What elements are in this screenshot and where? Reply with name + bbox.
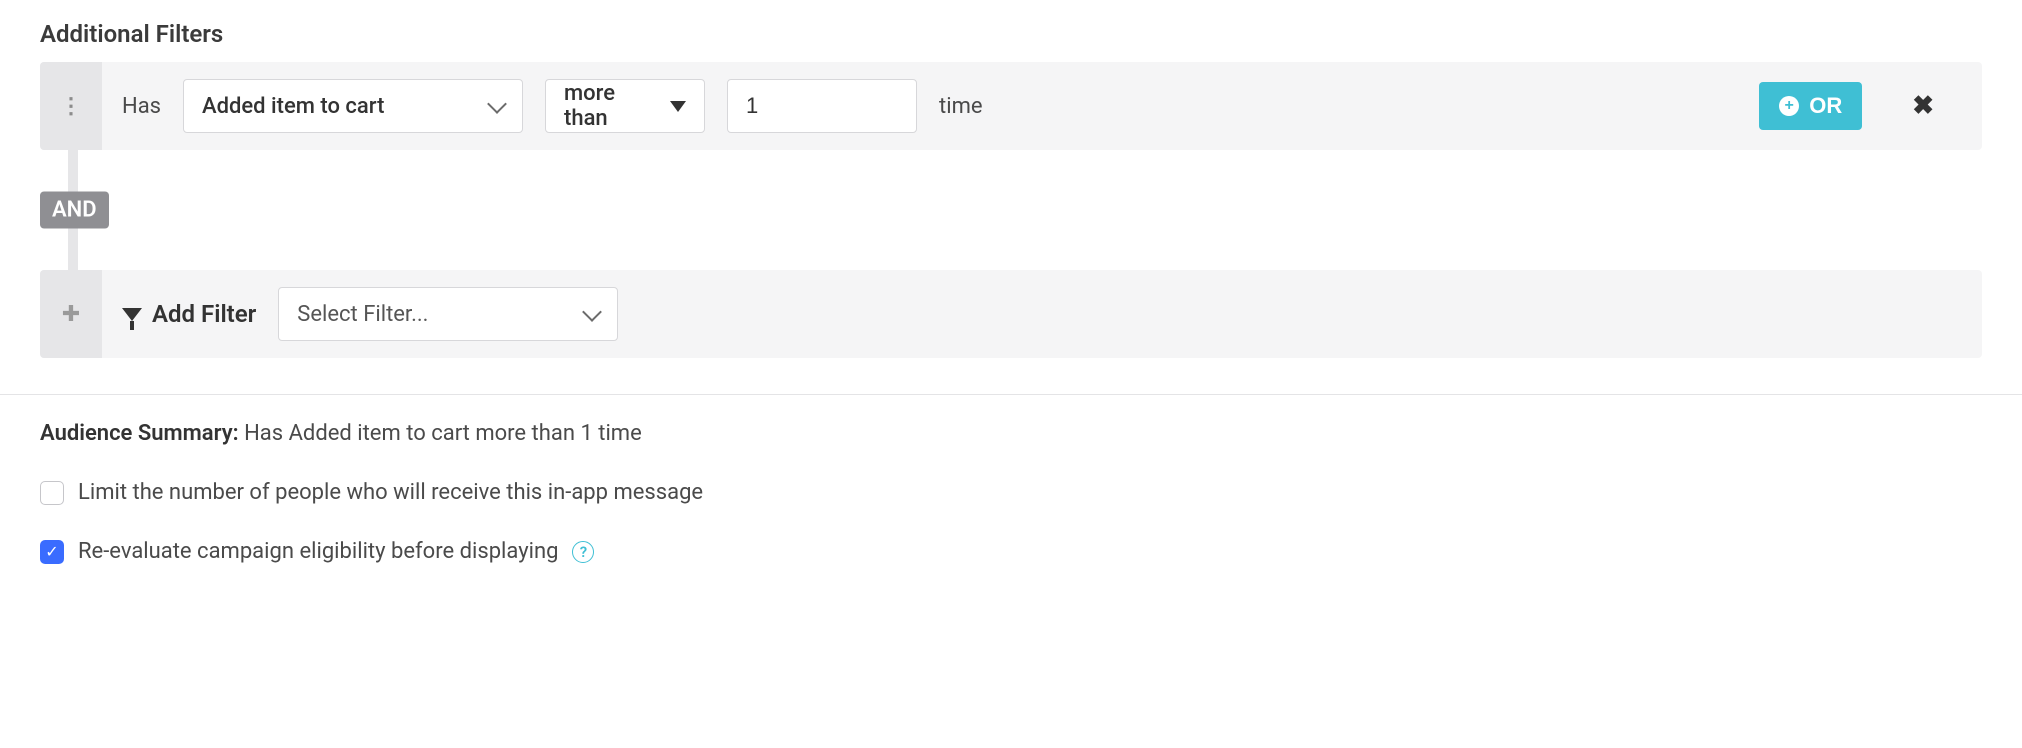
help-icon[interactable]: ?: [572, 541, 594, 563]
filter-body: Has Added item to cart more than time + …: [102, 79, 1982, 133]
limit-checkbox-label: Limit the number of people who will rece…: [78, 480, 703, 505]
filter-type-placeholder: Select Filter...: [297, 302, 428, 327]
operator-select-value: more than: [564, 81, 656, 131]
check-icon: ✓: [45, 544, 58, 560]
drag-handle-icon[interactable]: ⋮: [40, 62, 102, 150]
unit-label: time: [939, 94, 983, 119]
count-input[interactable]: [727, 79, 917, 133]
add-filter-body: Add Filter Select Filter...: [102, 287, 1982, 341]
add-filter-text: Add Filter: [152, 300, 256, 328]
audience-summary: Audience Summary: Has Added item to cart…: [40, 421, 2022, 446]
event-select-value: Added item to cart: [202, 94, 384, 119]
filter-icon: [122, 308, 142, 321]
filter-type-select[interactable]: Select Filter...: [278, 287, 618, 341]
add-filter-row: ✚ Add Filter Select Filter...: [40, 270, 1982, 358]
chevron-down-icon: [582, 302, 602, 322]
summary-text: Has Added item to cart more than 1 time: [244, 421, 642, 446]
chevron-down-icon: [487, 94, 507, 114]
event-select[interactable]: Added item to cart: [183, 79, 523, 133]
or-button[interactable]: + OR: [1759, 82, 1862, 130]
connector: AND: [40, 150, 2022, 270]
add-filter-label: Add Filter: [122, 300, 256, 328]
divider: [0, 394, 2022, 395]
plus-circle-icon: +: [1779, 96, 1799, 116]
caret-down-icon: [670, 101, 686, 112]
reeval-checkbox-label: Re-evaluate campaign eligibility before …: [78, 539, 558, 564]
limit-checkbox-row: Limit the number of people who will rece…: [40, 480, 2022, 505]
remove-filter-icon[interactable]: ✖: [1912, 91, 1934, 121]
filter-row: ⋮ Has Added item to cart more than time …: [40, 62, 1982, 150]
and-chip: AND: [40, 192, 109, 229]
reeval-checkbox-row: ✓ Re-evaluate campaign eligibility befor…: [40, 539, 2022, 564]
operator-select[interactable]: more than: [545, 79, 705, 133]
add-filter-plus-icon[interactable]: ✚: [40, 270, 102, 358]
reeval-checkbox[interactable]: ✓: [40, 540, 64, 564]
section-title: Additional Filters: [40, 20, 2022, 48]
limit-checkbox[interactable]: [40, 481, 64, 505]
summary-prefix: Audience Summary:: [40, 421, 239, 446]
or-button-label: OR: [1809, 93, 1842, 119]
has-label: Has: [122, 94, 161, 119]
